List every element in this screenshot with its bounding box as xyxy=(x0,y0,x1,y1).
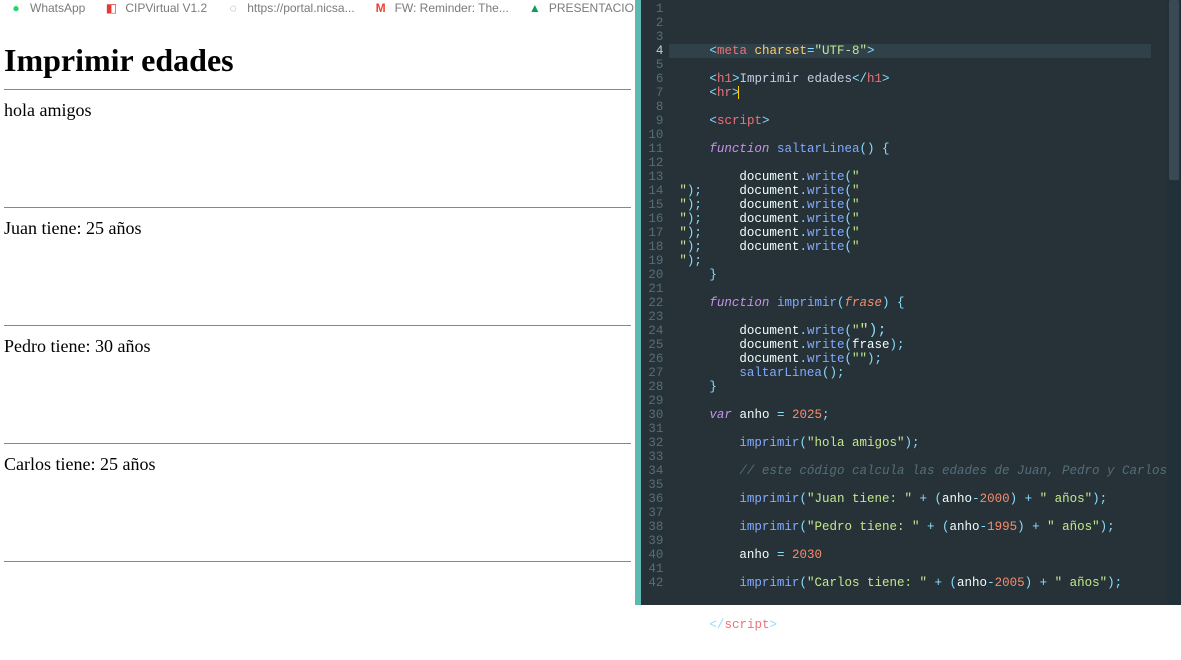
code-line[interactable]: <script> xyxy=(679,114,1167,128)
hr-divider xyxy=(4,561,631,562)
bookmark-label: PRESENTACIONES... xyxy=(549,1,636,15)
code-line[interactable]: imprimir("hola amigos"); xyxy=(679,436,1167,450)
code-line[interactable] xyxy=(679,156,1167,170)
code-line[interactable] xyxy=(679,534,1167,548)
code-line[interactable]: document.write(""); xyxy=(679,240,1167,254)
bookmark-label: https://portal.nicsa... xyxy=(247,1,354,15)
globe-icon: ◌ xyxy=(225,0,241,16)
code-line[interactable]: imprimir("Pedro tiene: " + (anho-1995) +… xyxy=(679,520,1167,534)
code-line[interactable]: saltarLinea(); xyxy=(679,366,1167,380)
hr-divider xyxy=(4,325,631,326)
code-line[interactable] xyxy=(679,478,1167,492)
code-line[interactable]: document.write(""); xyxy=(679,184,1167,198)
code-line[interactable]: document.write(""); xyxy=(679,212,1167,226)
bookmark-portal[interactable]: ◌ https://portal.nicsa... xyxy=(225,0,354,16)
output-line: Carlos tiene: 25 años xyxy=(4,454,631,475)
code-line[interactable] xyxy=(679,58,1167,72)
code-line[interactable]: document.write(""); xyxy=(679,198,1167,212)
page-title: Imprimir edades xyxy=(4,42,631,79)
code-line[interactable]: function saltarLinea() { xyxy=(679,142,1167,156)
code-line[interactable]: anho = 2030 xyxy=(679,548,1167,562)
hr-divider xyxy=(4,207,631,208)
hr-divider xyxy=(4,89,631,90)
spacer xyxy=(4,239,631,317)
code-line[interactable]: imprimir("Juan tiene: " + (anho-2000) + … xyxy=(679,492,1167,506)
editor-pane: 1234567891011121314151617181920212223242… xyxy=(635,0,1181,605)
code-line[interactable] xyxy=(679,282,1167,296)
code-line[interactable]: var anho = 2025; xyxy=(679,408,1167,422)
whatsapp-icon: ● xyxy=(8,0,24,16)
code-line[interactable]: </script> xyxy=(679,618,1167,632)
bookmark-label: FW: Reminder: The... xyxy=(395,1,509,15)
code-line[interactable] xyxy=(679,506,1167,520)
cip-icon: ◧ xyxy=(103,0,119,16)
bookmark-cipvirtual[interactable]: ◧ CIPVirtual V1.2 xyxy=(103,0,207,16)
code-line[interactable]: } xyxy=(679,380,1167,394)
code-line[interactable] xyxy=(679,604,1167,618)
code-line[interactable] xyxy=(679,310,1167,324)
output-line: hola amigos xyxy=(4,100,631,121)
bookmark-whatsapp[interactable]: ● WhatsApp xyxy=(8,0,85,16)
output-line: Pedro tiene: 30 años xyxy=(4,336,631,357)
code-line[interactable] xyxy=(679,394,1167,408)
code-line[interactable]: } xyxy=(679,268,1167,282)
code-line[interactable] xyxy=(679,128,1167,142)
code-line[interactable]: // este código calcula las edades de Jua… xyxy=(679,464,1167,478)
code-line[interactable]: document.write(""); xyxy=(679,170,1167,184)
code-line[interactable] xyxy=(679,450,1167,464)
code-line[interactable]: <meta charset="UTF-8"> xyxy=(679,44,1167,58)
code-line[interactable] xyxy=(679,590,1167,604)
code-line[interactable]: document.write(""); xyxy=(679,226,1167,240)
spacer xyxy=(4,475,631,553)
browser-pane: ● WhatsApp ◧ CIPVirtual V1.2 ◌ https://p… xyxy=(0,0,635,605)
line-number-gutter: 1234567891011121314151617181920212223242… xyxy=(641,0,669,605)
code-line[interactable]: document.write(""); xyxy=(679,324,1167,338)
output-line: Juan tiene: 25 años xyxy=(4,218,631,239)
code-line[interactable]: <hr> xyxy=(679,86,1167,100)
code-line[interactable]: <h1>Imprimir edades</h1> xyxy=(679,72,1167,86)
code-line[interactable]: imprimir("Carlos tiene: " + (anho-2005) … xyxy=(679,576,1167,590)
spacer xyxy=(4,357,631,435)
code-area[interactable]: <meta charset="UTF-8"> <h1>Imprimir edad… xyxy=(669,0,1167,605)
gdrive-icon: ▲ xyxy=(527,0,543,16)
code-line[interactable]: document.write(frase); xyxy=(679,338,1167,352)
bookmark-label: WhatsApp xyxy=(30,1,85,15)
page-content: Imprimir edades hola amigos Juan tiene: … xyxy=(0,16,635,578)
bookmark-gdrive[interactable]: ▲ PRESENTACIONES... xyxy=(527,0,636,16)
bookmark-gmail[interactable]: M FW: Reminder: The... xyxy=(373,0,509,16)
bookmark-label: CIPVirtual V1.2 xyxy=(125,1,207,15)
bookmark-bar: ● WhatsApp ◧ CIPVirtual V1.2 ◌ https://p… xyxy=(0,0,635,16)
hr-divider xyxy=(4,443,631,444)
editor-scrollbar[interactable] xyxy=(1167,0,1181,605)
code-line[interactable]: function imprimir(frase) { xyxy=(679,296,1167,310)
code-line[interactable] xyxy=(679,100,1167,114)
scrollbar-thumb[interactable] xyxy=(1169,0,1179,180)
code-line[interactable] xyxy=(679,254,1167,268)
code-line[interactable] xyxy=(679,422,1167,436)
gmail-icon: M xyxy=(373,0,389,16)
spacer xyxy=(4,121,631,199)
code-line[interactable] xyxy=(679,562,1167,576)
code-line[interactable]: document.write(""); xyxy=(679,352,1167,366)
